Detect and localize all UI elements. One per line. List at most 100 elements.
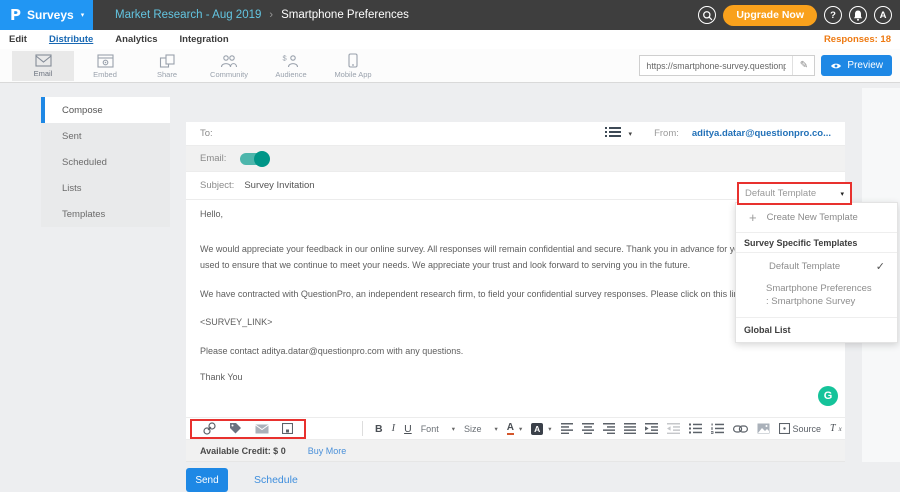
- editor-toolbar: B I U Font ▾ Size ▾ A ▾: [186, 418, 845, 440]
- remove-format-button[interactable]: Tx: [830, 423, 842, 434]
- merge-tools-highlight-box: [190, 419, 306, 439]
- text-color-button[interactable]: A ▾: [507, 423, 523, 435]
- channel-label: Community: [210, 70, 248, 79]
- channel-community[interactable]: Community: [198, 51, 260, 81]
- menu-item-label-line2: : Smartphone Survey: [766, 295, 885, 308]
- font-select[interactable]: Font ▾: [421, 424, 455, 434]
- page-body: Compose Sent Scheduled Lists Templates T…: [0, 83, 900, 492]
- indent-decrease-button[interactable]: [667, 423, 680, 434]
- sidebar-item-label: Lists: [62, 183, 82, 194]
- template-dropdown-menu: + Create New Template Survey Specific Te…: [735, 202, 898, 343]
- indent-increase-button[interactable]: [645, 423, 658, 434]
- align-right-button[interactable]: [603, 423, 615, 434]
- channel-embed[interactable]: Embed: [74, 51, 136, 81]
- align-center-button[interactable]: [582, 423, 594, 434]
- merge-tag-button[interactable]: [229, 422, 242, 435]
- to-row-actions: ▾ From: aditya.datar@questionpro.co...: [605, 125, 831, 143]
- eye-icon: [830, 62, 842, 70]
- responses-count[interactable]: Responses: 18: [824, 34, 891, 45]
- sidebar-item-lists[interactable]: Lists: [41, 175, 170, 201]
- bold-button[interactable]: B: [375, 423, 383, 435]
- bullet-list-button[interactable]: [689, 423, 702, 434]
- link-icon: [203, 422, 216, 435]
- email-icon: [35, 54, 52, 67]
- hyperlink-button[interactable]: [733, 425, 748, 433]
- image-icon: [757, 423, 770, 434]
- insert-link-button[interactable]: [203, 422, 216, 435]
- preview-button[interactable]: Preview: [821, 55, 892, 76]
- notifications-button[interactable]: [849, 6, 867, 24]
- breadcrumb-separator-icon: ›: [269, 9, 273, 21]
- text-color-letter: A: [507, 423, 514, 435]
- underline-button[interactable]: U: [404, 423, 412, 435]
- subject-value[interactable]: Survey Invitation: [244, 180, 314, 191]
- breadcrumb-survey[interactable]: Market Research - Aug 2019: [115, 9, 261, 21]
- channel-label: Mobile App: [334, 70, 371, 79]
- align-right-icon: [603, 423, 615, 434]
- chevron-down-icon[interactable]: ▾: [629, 130, 633, 138]
- channel-label: Email: [34, 69, 53, 78]
- remove-format-x: x: [839, 425, 842, 433]
- help-button[interactable]: ?: [824, 6, 842, 24]
- tab-edit[interactable]: Edit: [9, 34, 38, 45]
- template-select[interactable]: Default Template ▾: [737, 182, 852, 205]
- menu-item-default-template[interactable]: Default Template ✓: [736, 253, 897, 279]
- to-row[interactable]: To: ▾ From: aditya.datar@questionpro.co.…: [186, 122, 845, 146]
- sidebar-item-sent[interactable]: Sent: [41, 123, 170, 149]
- check-icon: ✓: [876, 260, 885, 273]
- channel-email[interactable]: Email: [12, 51, 74, 81]
- channel-label: Audience: [275, 70, 306, 79]
- survey-url-input[interactable]: [640, 61, 792, 71]
- share-icon: [159, 54, 176, 68]
- insert-email-button[interactable]: [255, 424, 269, 434]
- align-justify-button[interactable]: [624, 423, 636, 434]
- italic-button[interactable]: I: [392, 423, 396, 434]
- avatar[interactable]: A: [874, 6, 892, 24]
- sidebar-item-compose[interactable]: Compose: [41, 97, 170, 123]
- compose-sidebar: Compose Sent Scheduled Lists Templates: [41, 97, 170, 227]
- tab-integration[interactable]: Integration: [169, 34, 240, 45]
- numbered-list-button[interactable]: [711, 423, 724, 434]
- chevron-down-icon: ▾: [519, 425, 522, 433]
- email-toggle-row: Email:: [186, 146, 845, 172]
- channel-share[interactable]: Share: [136, 51, 198, 81]
- size-select[interactable]: Size ▾: [464, 424, 498, 434]
- sidebar-item-scheduled[interactable]: Scheduled: [41, 149, 170, 175]
- embed-survey-button[interactable]: [282, 423, 293, 434]
- menu-item-create-new-template[interactable]: + Create New Template: [736, 203, 897, 233]
- breadcrumb: Market Research - Aug 2019 › Smartphone …: [115, 9, 409, 21]
- source-button[interactable]: Source: [779, 423, 822, 434]
- sidebar-item-label: Sent: [62, 131, 82, 142]
- bg-color-button[interactable]: A ▾: [531, 423, 551, 435]
- email-toggle[interactable]: [240, 153, 268, 165]
- tab-distribute[interactable]: Distribute: [38, 34, 104, 45]
- audience-icon: $: [282, 54, 300, 68]
- edit-url-button[interactable]: ✎: [792, 56, 814, 75]
- buy-more-link[interactable]: Buy More: [308, 446, 347, 456]
- upgrade-now-button[interactable]: Upgrade Now: [723, 5, 817, 26]
- channel-label: Embed: [93, 70, 117, 79]
- sidebar-item-label: Templates: [62, 209, 105, 220]
- from-email-link[interactable]: aditya.datar@questionpro.co...: [692, 128, 831, 139]
- insert-image-button[interactable]: [757, 423, 770, 434]
- channel-mobile-app[interactable]: Mobile App: [322, 51, 384, 81]
- search-button[interactable]: [698, 6, 716, 24]
- menu-item-smartphone-preferences[interactable]: Smartphone Preferences : Smartphone Surv…: [736, 279, 897, 318]
- embed-icon: [97, 54, 114, 68]
- schedule-link[interactable]: Schedule: [254, 474, 298, 486]
- send-button[interactable]: Send: [186, 468, 228, 492]
- menu-section-global-list[interactable]: Global List: [736, 318, 897, 342]
- numbered-list-icon: [711, 423, 724, 434]
- chevron-down-icon: ▾: [81, 11, 85, 19]
- formatting-tools: B I U Font ▾ Size ▾ A ▾: [363, 423, 842, 435]
- surveys-menu[interactable]: P Surveys ▾: [0, 0, 93, 30]
- sidebar-item-templates[interactable]: Templates: [41, 201, 170, 227]
- select-list-button[interactable]: [605, 125, 621, 143]
- tab-analytics[interactable]: Analytics: [104, 34, 168, 45]
- align-left-button[interactable]: [561, 423, 573, 434]
- remove-format-t: T: [830, 423, 836, 434]
- grammarly-button[interactable]: G: [818, 386, 838, 406]
- chevron-down-icon: ▾: [548, 425, 551, 433]
- channel-audience[interactable]: $ Audience: [260, 51, 322, 81]
- credit-row: Available Credit: $ 0 Buy More: [186, 440, 845, 462]
